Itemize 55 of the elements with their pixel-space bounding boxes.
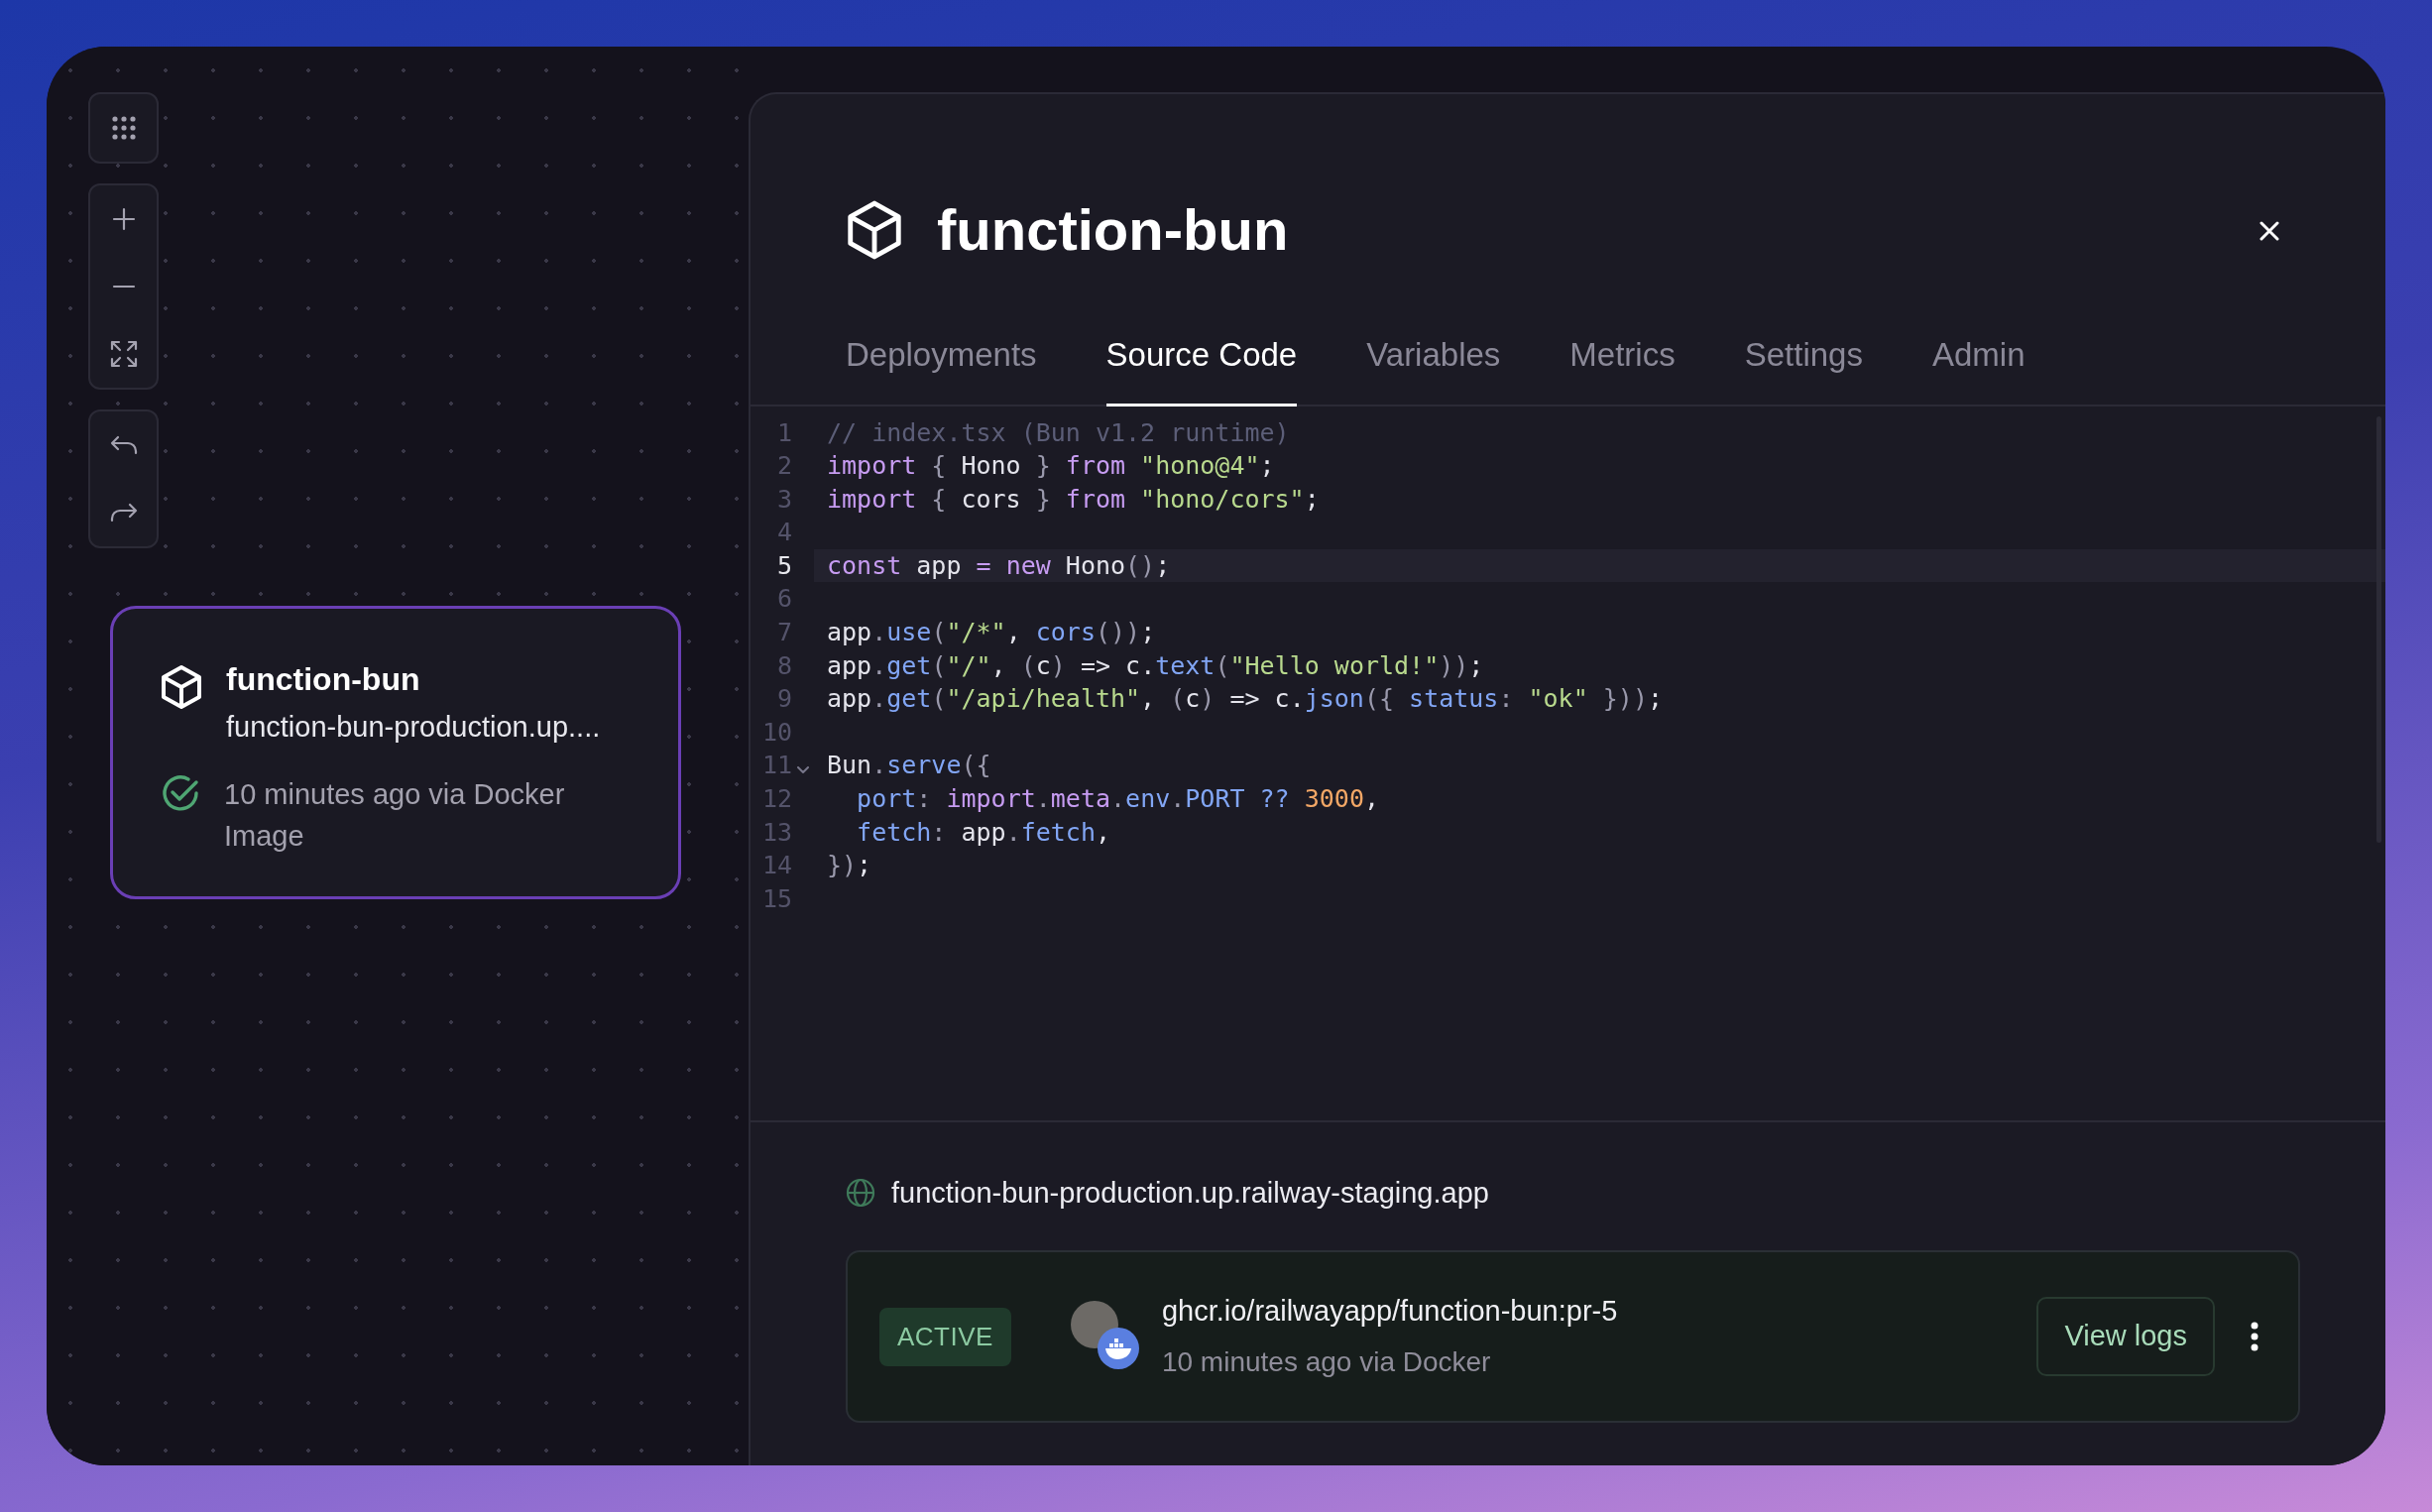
check-circle-icon [161, 772, 200, 813]
line-number: 13 [760, 816, 792, 849]
line-number: 9 [775, 683, 792, 716]
panel-title: function-bun [937, 201, 1289, 259]
cube-icon [161, 664, 202, 710]
code-line: app.get("/", (c) => c.text("Hello world!")); [826, 649, 1485, 682]
deploy-status-text: 10 minutes ago via Docker Image [224, 776, 566, 854]
service-title: function-bun [226, 660, 421, 699]
whale-badge-icon [1096, 1327, 1140, 1370]
domain-link[interactable]: function-bun-production.up.railway-staging.app [891, 1171, 1489, 1215]
code-line: import { Hono } from "hono@4"; [826, 450, 1276, 483]
line-number: 4 [775, 517, 792, 549]
tab[interactable]: Settings [1744, 330, 1863, 407]
minus-icon [111, 285, 136, 289]
line-number: 3 [775, 483, 792, 516]
line-number: 2 [775, 450, 792, 483]
kebab-icon [2251, 1322, 2258, 1351]
deploy-meta-text: 10 minutes ago via Docker [1161, 1344, 1492, 1379]
redo-icon [109, 503, 138, 523]
code-line: Bun.serve({ [826, 750, 992, 782]
code-line: // index.tsx (Bun v1.2 runtime) [826, 416, 1291, 449]
view-logs-button[interactable]: View logs [2036, 1297, 2215, 1376]
tab[interactable]: Admin [1931, 330, 2026, 407]
tab[interactable]: Source Code [1105, 330, 1298, 407]
line-number: 6 [775, 583, 792, 616]
code-line: }); [826, 850, 873, 882]
line-number: 12 [760, 783, 792, 816]
tab[interactable]: Deployments [846, 330, 1037, 407]
status-tag: ACTIVE [879, 1307, 1011, 1366]
tab[interactable]: Metrics [1569, 330, 1676, 407]
code-line: app.use("/*", cors()); [826, 617, 1157, 649]
close-icon [2258, 219, 2280, 242]
cube-icon [846, 199, 903, 261]
service-url: function-bun-production.up.... [226, 710, 601, 746]
plus-icon [111, 207, 136, 231]
globe-icon [846, 1178, 875, 1209]
line-number: 10 [760, 716, 792, 749]
line-number: 14 [760, 850, 792, 882]
service-card[interactable]: function-bun function-bun-production.up.... 10 minutes ago via Docker Image [110, 606, 681, 899]
code-line: import { cors } from "hono/cors"; [826, 483, 1321, 516]
code-line: fetch: app.fetch, [856, 816, 1111, 849]
line-number: 11 [760, 750, 792, 782]
code-line: port: import.meta.env.PORT ?? 3000, [856, 783, 1380, 816]
chevron-down-icon[interactable] [797, 766, 809, 775]
code-line: app.get("/api/health", (c) => c.json({ status: "ok" })); [826, 683, 1664, 716]
line-number: 15 [760, 882, 792, 915]
line-number: 8 [775, 649, 792, 682]
tab[interactable]: Variables [1366, 330, 1501, 407]
expand-arrows-icon [109, 340, 138, 368]
undo-icon [109, 435, 138, 455]
image-name: ghcr.io/railwayapp/function-bun:pr-5 [1161, 1294, 1618, 1330]
line-number: 5 [775, 549, 792, 582]
line-number: 1 [775, 416, 792, 449]
line-number: 7 [775, 617, 792, 649]
grid-dots-icon [110, 115, 137, 141]
